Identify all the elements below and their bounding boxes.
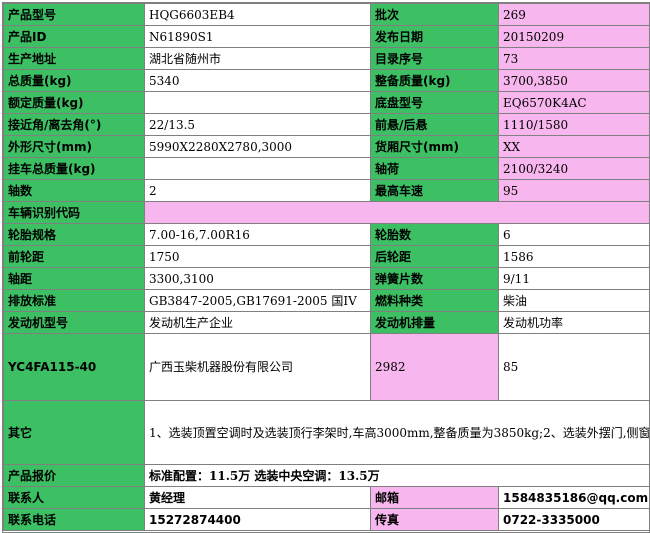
value-product-id: N61890S1 (144, 25, 371, 48)
value-batch: 269 (498, 3, 650, 26)
label-wheelbase: 轴距 (3, 267, 145, 290)
value-cargo-dimensions: XX (498, 135, 650, 158)
value-other: 1、选装顶置空调时及选装顶行李架时,车高3000mm,整备质量为3850kg;2… (144, 400, 650, 465)
label-front-rear-overhang: 前悬/后悬 (370, 113, 499, 136)
value-wheelbase: 3300,3100 (144, 267, 371, 290)
value-max-speed: 95 (498, 179, 650, 202)
label-engine-model: 发动机型号 (3, 311, 145, 334)
table-row: 产品型号 HQG6603EB4 批次 269 (3, 3, 650, 26)
value-catalog-number: 73 (498, 47, 650, 70)
table-row: 轴数 2 最高车速 95 (3, 179, 650, 202)
label-chassis-model: 底盘型号 (370, 91, 499, 114)
label-max-speed: 最高车速 (370, 179, 499, 202)
table-row: 额定质量(kg) 底盘型号 EQ6570K4AC (3, 91, 650, 114)
label-release-date: 发布日期 (370, 25, 499, 48)
value-total-mass: 5340 (144, 69, 371, 92)
header-engine-maker: 发动机生产企业 (144, 311, 371, 334)
value-trailer-mass (144, 157, 371, 180)
table-row: 接近角/离去角(°) 22/13.5 前悬/后悬 1110/1580 (3, 113, 650, 136)
value-engine-maker: 广西玉柴机器股份有限公司 (144, 333, 371, 401)
value-engine-power: 85 (498, 333, 650, 401)
label-emission-standard: 排放标准 (3, 289, 145, 312)
table-row: 挂车总质量(kg) 轴荷 2100/3240 (3, 157, 650, 180)
label-batch: 批次 (370, 3, 499, 26)
table-row: 排放标准 GB3847-2005,GB17691-2005 国IV 燃料种类 柴… (3, 289, 650, 312)
value-axle-count: 2 (144, 179, 371, 202)
value-overall-dimensions: 5990X2280X2780,3000 (144, 135, 371, 158)
label-trailer-mass: 挂车总质量(kg) (3, 157, 145, 180)
value-tire-count: 6 (498, 223, 650, 246)
value-fax: 0722-3335000 (498, 508, 650, 531)
value-rear-track: 1586 (498, 245, 650, 268)
value-approach-departure-angle: 22/13.5 (144, 113, 371, 136)
value-fuel-type: 柴油 (498, 289, 650, 312)
label-tire-spec: 轮胎规格 (3, 223, 145, 246)
value-tire-spec: 7.00-16,7.00R16 (144, 223, 371, 246)
table-row: 产品ID N61890S1 发布日期 20150209 (3, 25, 650, 48)
value-front-rear-overhang: 1110/1580 (498, 113, 650, 136)
table-row: 其它 1、选装顶置空调时及选装顶行李架时,车高3000mm,整备质量为3850k… (3, 400, 650, 465)
table-row: 外形尺寸(mm) 5990X2280X2780,3000 货厢尺寸(mm) XX (3, 135, 650, 158)
label-rear-track: 后轮距 (370, 245, 499, 268)
spec-table: 产品型号 HQG6603EB4 批次 269 产品ID N61890S1 发布日… (3, 3, 650, 531)
table-row: 轮胎规格 7.00-16,7.00R16 轮胎数 6 (3, 223, 650, 246)
label-catalog-number: 目录序号 (370, 47, 499, 70)
value-rated-mass (144, 91, 371, 114)
spec-sheet: 产品型号 HQG6603EB4 批次 269 产品ID N61890S1 发布日… (2, 2, 650, 533)
label-rated-mass: 额定质量(kg) (3, 91, 145, 114)
label-fuel-type: 燃料种类 (370, 289, 499, 312)
label-cargo-dimensions: 货厢尺寸(mm) (370, 135, 499, 158)
label-approach-departure-angle: 接近角/离去角(°) (3, 113, 145, 136)
value-price: 标准配置：11.5万 选装中央空调：13.5万 (144, 464, 650, 487)
table-row: 发动机型号 发动机生产企业 发动机排量 发动机功率 (3, 311, 650, 334)
label-product-id: 产品ID (3, 25, 145, 48)
label-axle-count: 轴数 (3, 179, 145, 202)
table-row: 前轮距 1750 后轮距 1586 (3, 245, 650, 268)
value-contact-phone: 15272874400 (144, 508, 371, 531)
label-fax: 传真 (370, 508, 499, 531)
value-production-address: 湖北省随州市 (144, 47, 371, 70)
value-emission-standard: GB3847-2005,GB17691-2005 国IV (144, 289, 371, 312)
table-row: 总质量(kg) 5340 整备质量(kg) 3700,3850 (3, 69, 650, 92)
value-curb-mass: 3700,3850 (498, 69, 650, 92)
header-engine-power: 发动机功率 (498, 311, 650, 334)
label-price: 产品报价 (3, 464, 145, 487)
label-product-model: 产品型号 (3, 3, 145, 26)
table-row: 生产地址 湖北省随州市 目录序号 73 (3, 47, 650, 70)
label-spring-leaves: 弹簧片数 (370, 267, 499, 290)
value-product-model: HQG6603EB4 (144, 3, 371, 26)
value-engine-displacement: 2982 (370, 333, 499, 401)
table-row: 联系人 黄经理 邮箱 1584835186@qq.com (3, 486, 650, 509)
label-front-track: 前轮距 (3, 245, 145, 268)
label-overall-dimensions: 外形尺寸(mm) (3, 135, 145, 158)
table-row: YC4FA115-40 广西玉柴机器股份有限公司 2982 85 (3, 333, 650, 401)
table-row: 产品报价 标准配置：11.5万 选装中央空调：13.5万 (3, 464, 650, 487)
table-row: 联系电话 15272874400 传真 0722-3335000 (3, 508, 650, 531)
value-engine-model: YC4FA115-40 (3, 333, 145, 401)
value-vin (144, 201, 650, 224)
label-contact-phone: 联系电话 (3, 508, 145, 531)
value-axle-load: 2100/3240 (498, 157, 650, 180)
value-contact-person: 黄经理 (144, 486, 371, 509)
value-spring-leaves: 9/11 (498, 267, 650, 290)
label-vin: 车辆识别代码 (3, 201, 145, 224)
value-chassis-model: EQ6570K4AC (498, 91, 650, 114)
table-row: 轴距 3300,3100 弹簧片数 9/11 (3, 267, 650, 290)
value-front-track: 1750 (144, 245, 371, 268)
label-tire-count: 轮胎数 (370, 223, 499, 246)
table-row: 车辆识别代码 (3, 201, 650, 224)
label-axle-load: 轴荷 (370, 157, 499, 180)
label-curb-mass: 整备质量(kg) (370, 69, 499, 92)
label-email: 邮箱 (370, 486, 499, 509)
label-total-mass: 总质量(kg) (3, 69, 145, 92)
label-engine-displacement: 发动机排量 (370, 311, 499, 334)
label-other: 其它 (3, 400, 145, 465)
value-email[interactable]: 1584835186@qq.com (498, 486, 650, 509)
value-release-date: 20150209 (498, 25, 650, 48)
label-production-address: 生产地址 (3, 47, 145, 70)
label-contact-person: 联系人 (3, 486, 145, 509)
